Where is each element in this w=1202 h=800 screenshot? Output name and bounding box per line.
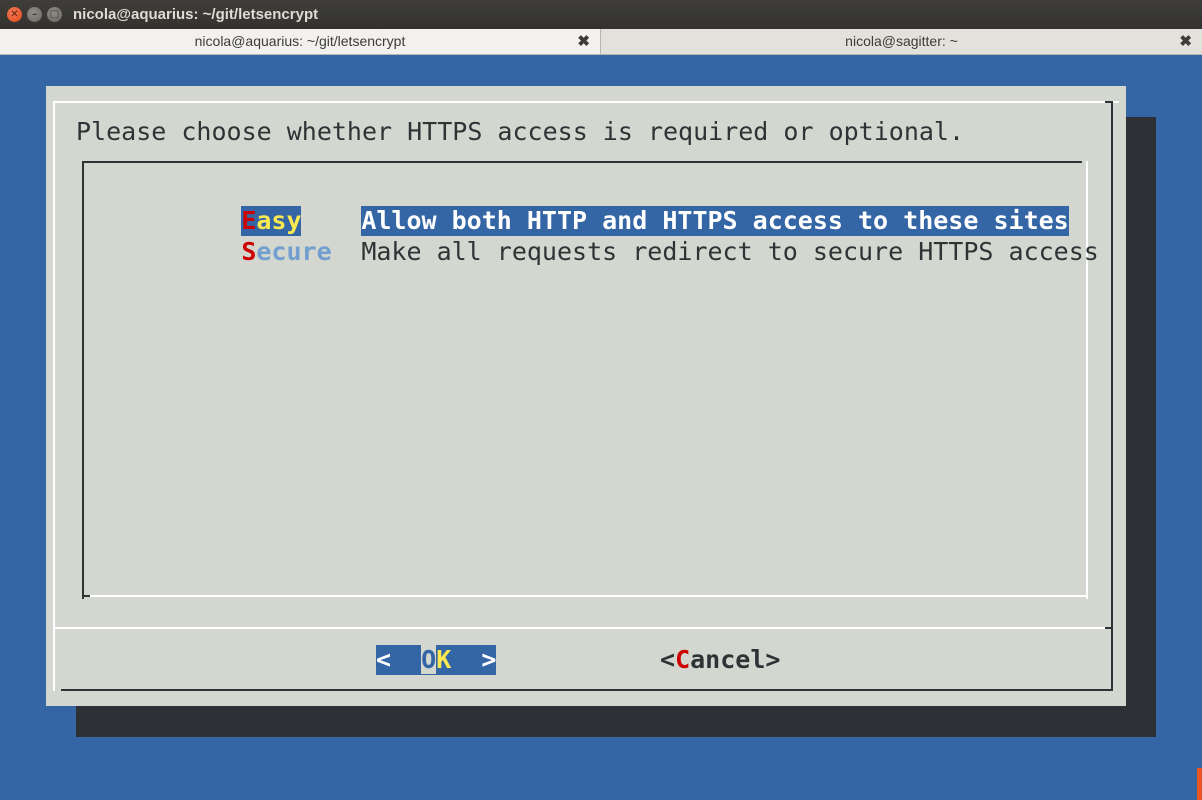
tab-bar: nicola@aquarius: ~/git/letsencrypt ✖ nic… [0,29,1202,55]
dialog-border [1111,101,1113,691]
cancel-label-rest: ancel [690,645,766,674]
minimize-window-icon[interactable]: – [27,7,42,22]
option-secure[interactable]: Secure Make all requests redirect to secu… [151,207,1099,266]
dialog-box: Please choose whether HTTPS access is re… [46,86,1126,706]
dialog-border [53,101,1119,103]
list-border [82,161,1082,163]
ok-button[interactable]: < OK > [376,645,496,675]
option-tag-rest: ecure [256,237,332,266]
tab-close-icon[interactable]: ✖ [577,29,590,54]
window-titlebar[interactable]: ✕ – □ nicola@aquarius: ~/git/letsencrypt [0,0,1202,29]
list-border [82,595,90,597]
ok-hotkey: K [436,645,452,674]
option-hotkey: S [241,237,257,266]
ok-left-bracket: < [376,645,422,674]
maximize-window-icon[interactable]: □ [47,7,62,22]
option-description: Make all requests redirect to secure HTT… [361,237,1099,266]
terminal-area[interactable]: Please choose whether HTTPS access is re… [0,55,1202,800]
option-tag: Secure [241,237,331,267]
list-border [90,595,1088,597]
launcher-edge [1197,768,1202,800]
tab-sagitter[interactable]: nicola@sagitter: ~ ✖ [601,29,1202,54]
cancel-right-bracket: > [765,645,781,674]
cancel-button[interactable]: <Cancel> [660,645,780,675]
close-window-icon[interactable]: ✕ [7,7,22,22]
dialog-border [61,689,1113,691]
cancel-left-bracket: < [660,645,676,674]
dialog-border [53,101,55,691]
list-border [82,161,84,599]
tab-close-icon[interactable]: ✖ [1179,29,1192,54]
dialog-separator [1105,627,1113,629]
tab-label: nicola@aquarius: ~/git/letsencrypt [194,33,406,49]
option-easy[interactable]: Easy Allow both HTTP and HTTPS access to … [151,176,1069,236]
dialog-prompt: Please choose whether HTTPS access is re… [76,117,965,146]
cancel-hotkey: C [675,645,691,674]
tab-label: nicola@sagitter: ~ [845,33,958,49]
tab-aquarius[interactable]: nicola@aquarius: ~/git/letsencrypt ✖ [0,29,601,54]
ok-right-bracket: > [451,645,497,674]
ok-cursor-char: O [421,645,437,674]
dialog-border [1105,101,1113,103]
dialog-separator [55,627,1111,629]
window-title: nicola@aquarius: ~/git/letsencrypt [73,6,319,23]
